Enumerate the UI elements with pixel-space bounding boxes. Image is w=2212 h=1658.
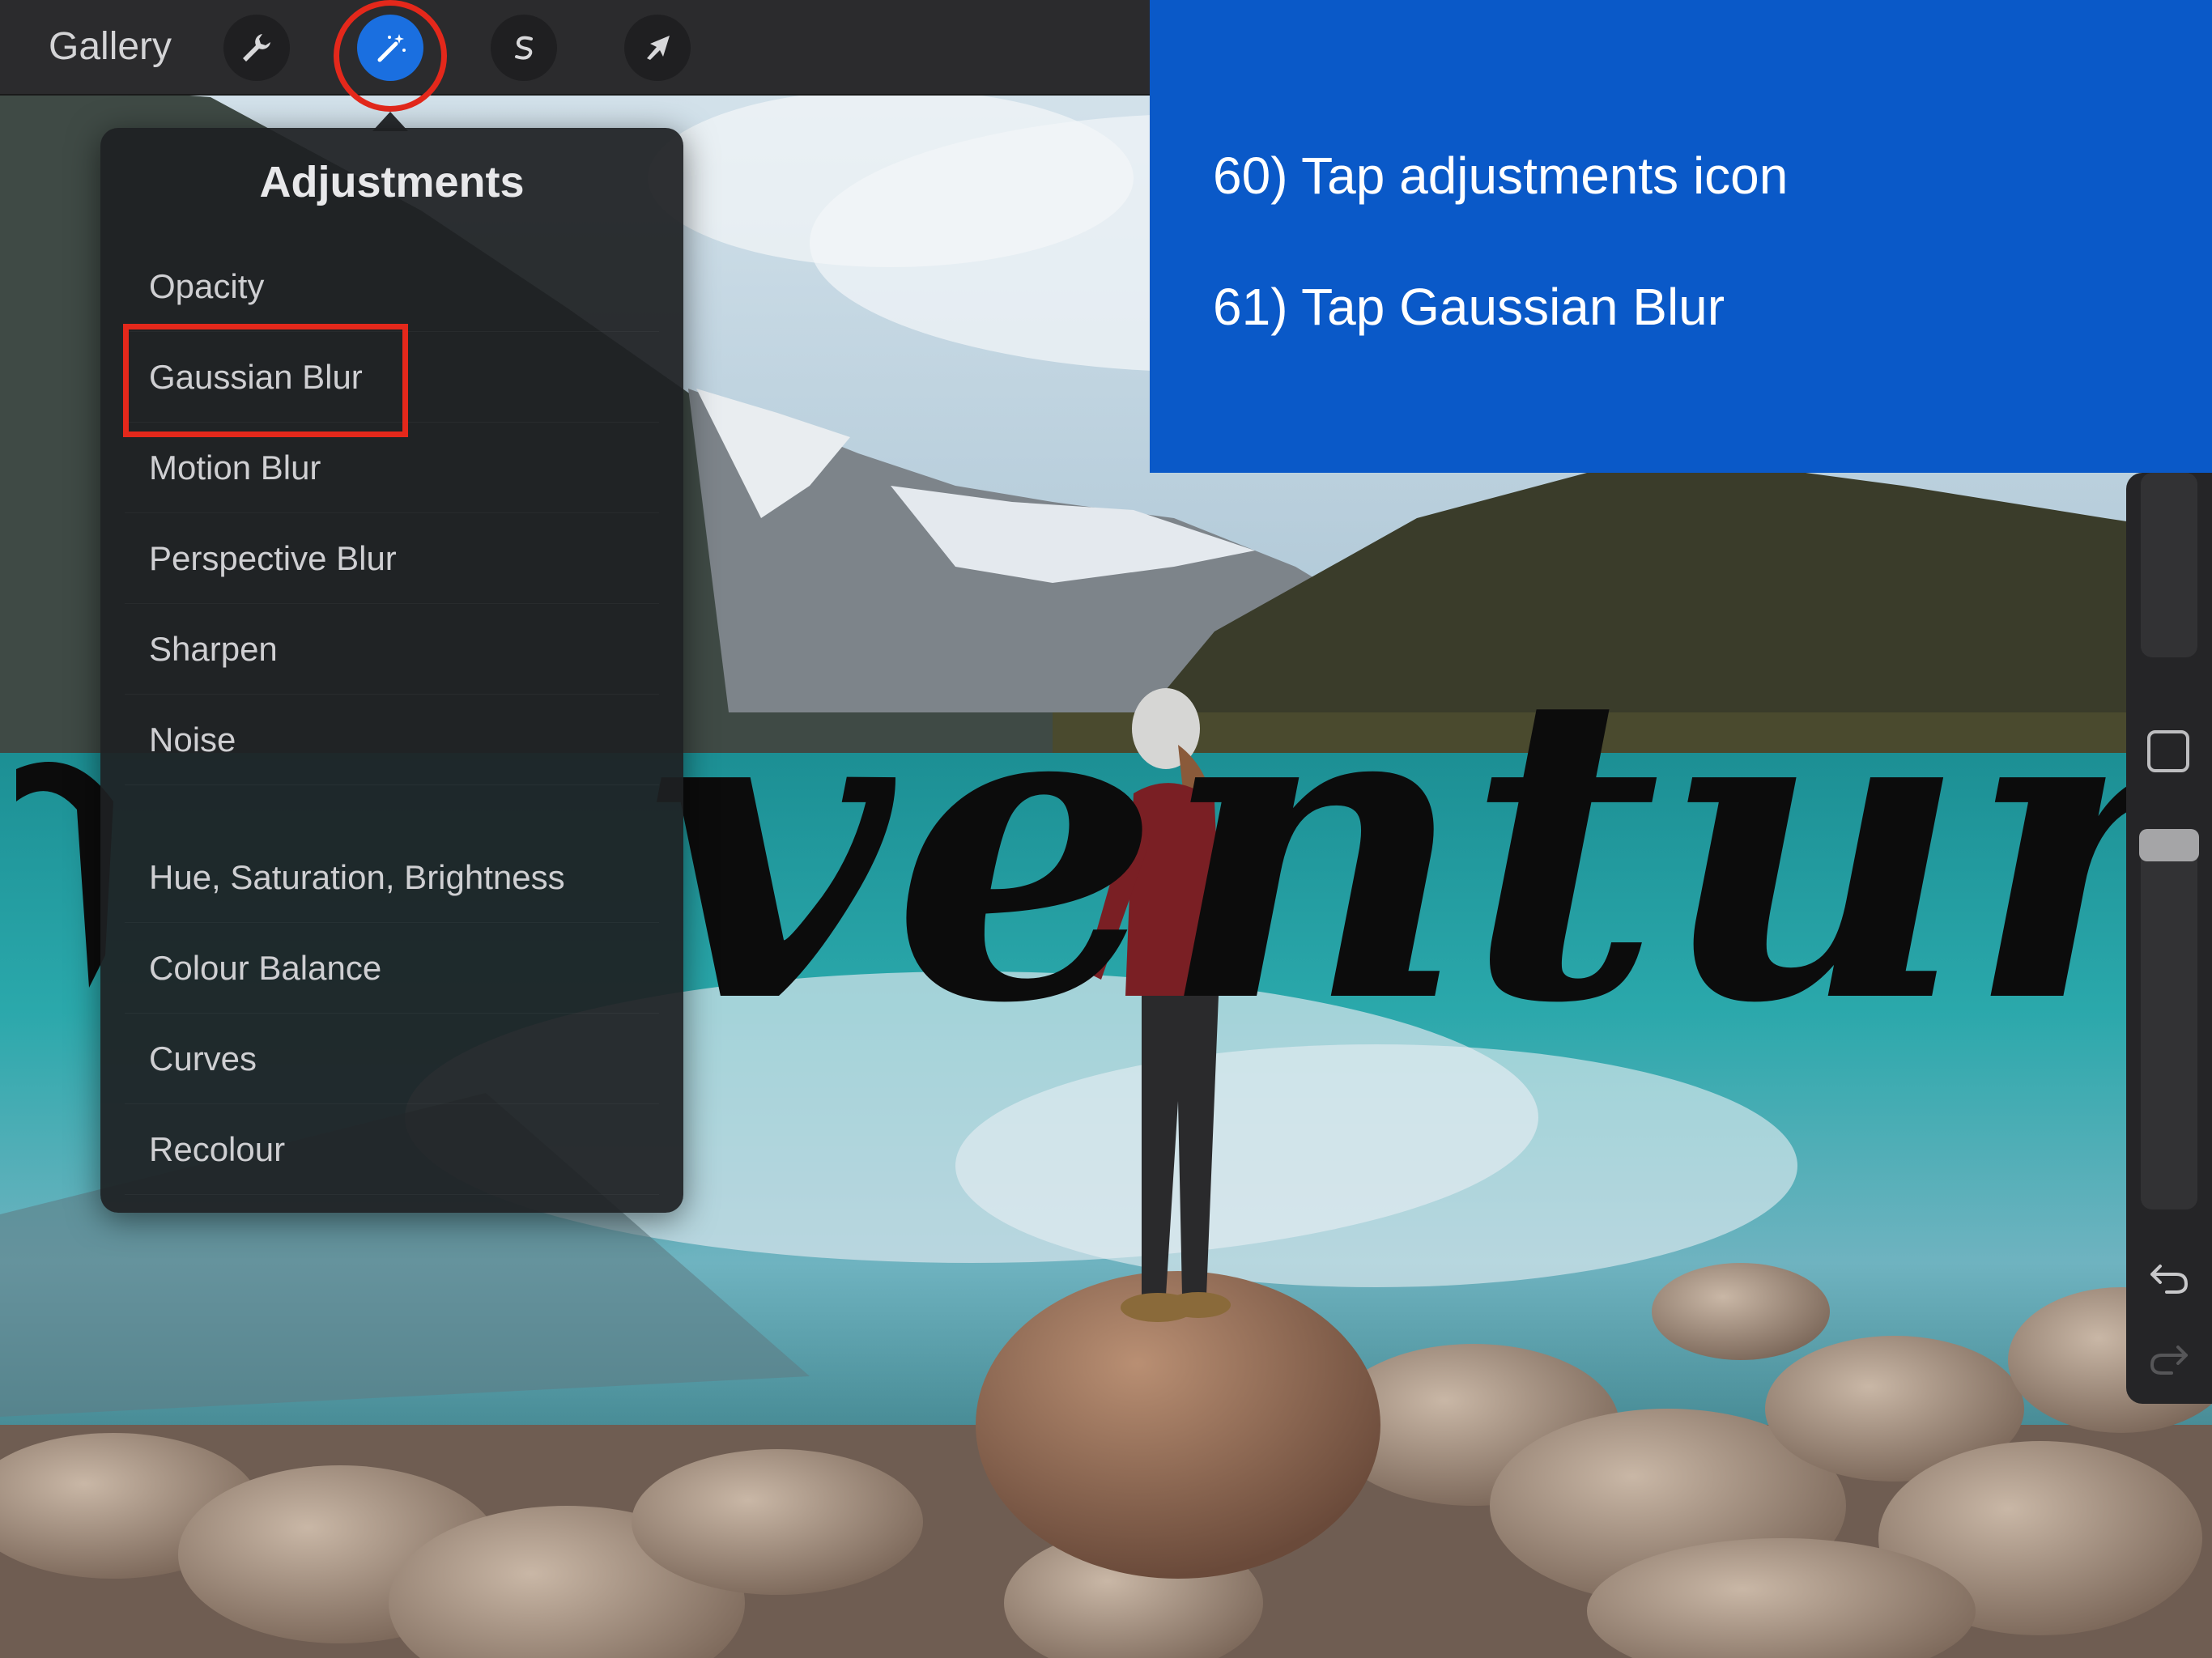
instruction-step-60: 60) Tap adjustments icon xyxy=(1213,147,1789,205)
adjustments-menu: Adjustments Opacity Gaussian Blur Motion… xyxy=(100,128,683,1213)
modify-square-icon[interactable] xyxy=(2147,730,2189,772)
selection-button[interactable] xyxy=(491,15,557,81)
gallery-button[interactable]: Gallery xyxy=(49,24,172,69)
transform-button[interactable] xyxy=(624,15,691,81)
adjust-item-motion-blur[interactable]: Motion Blur xyxy=(125,423,659,513)
arrow-cursor-icon xyxy=(647,36,670,60)
magic-wand-icon xyxy=(377,34,406,62)
adjust-item-sharpen[interactable]: Sharpen xyxy=(125,604,659,695)
actions-button[interactable] xyxy=(223,15,290,81)
opacity-slider[interactable] xyxy=(2139,829,2199,1209)
adjustments-title: Adjustments xyxy=(259,158,525,206)
top-toolbar: Gallery xyxy=(0,0,1150,96)
adjust-item-perspective-blur[interactable]: Perspective Blur xyxy=(125,513,659,604)
adjust-item-gaussian-blur[interactable]: Gaussian Blur xyxy=(125,332,659,423)
redo-button[interactable] xyxy=(2144,1331,2194,1381)
right-sidebar xyxy=(2126,473,2212,1404)
adjust-item-recolour[interactable]: Recolour xyxy=(125,1104,659,1195)
undo-icon xyxy=(2150,1265,2188,1294)
selection-s-icon xyxy=(515,36,533,60)
adjust-item-colour-balance[interactable]: Colour Balance xyxy=(125,923,659,1014)
undo-button[interactable] xyxy=(2144,1250,2194,1300)
adjust-item-noise[interactable]: Noise xyxy=(125,695,659,785)
adjust-item-hue-saturation-brightness[interactable]: Hue, Saturation, Brightness xyxy=(125,832,659,923)
adjust-item-opacity[interactable]: Opacity xyxy=(125,241,659,332)
opacity-slider-handle[interactable] xyxy=(2139,829,2199,861)
adjust-item-curves[interactable]: Curves xyxy=(125,1014,659,1104)
brush-size-slider[interactable] xyxy=(2141,473,2197,657)
instruction-panel: 60) Tap adjustments icon 61) Tap Gaussia… xyxy=(1150,0,2212,473)
instruction-step-61: 61) Tap Gaussian Blur xyxy=(1213,278,1725,336)
redo-icon xyxy=(2150,1346,2188,1375)
wrench-icon xyxy=(243,34,270,62)
adjustments-button[interactable] xyxy=(357,15,423,81)
lettering-text: venture xyxy=(648,601,2212,1095)
